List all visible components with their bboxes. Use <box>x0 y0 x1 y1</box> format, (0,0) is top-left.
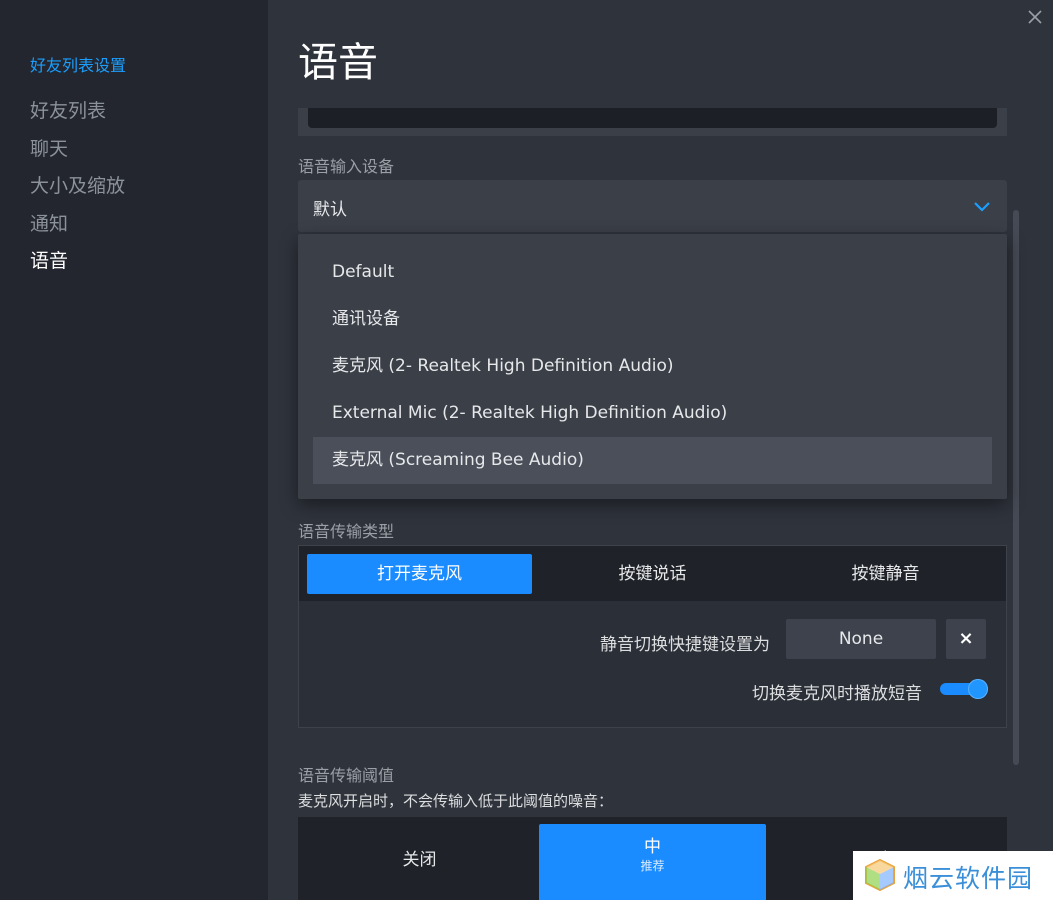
clear-hotkey-button[interactable]: × <box>946 619 986 659</box>
chevron-down-icon <box>974 202 990 212</box>
dropdown-option-external-mic[interactable]: External Mic (2- Realtek High Definition… <box>313 390 992 437</box>
tab-push-to-mute[interactable]: 按键静音 <box>773 554 998 594</box>
threshold-off-button[interactable]: 关闭 <box>306 824 533 900</box>
input-device-label: 语音输入设备 <box>298 157 395 176</box>
mute-hotkey-label: 静音切换快捷键设置为 <box>600 635 770 655</box>
mute-hotkey-button[interactable]: None <box>786 619 936 659</box>
threshold-medium-button[interactable]: 中 推荐 <box>539 824 766 900</box>
input-device-dropdown-menu: Default 通讯设备 麦克风 (2- Realtek High Defini… <box>298 234 1007 499</box>
sidebar-item-voice[interactable]: 语音 <box>30 246 68 273</box>
watermark-text: 烟云软件园 <box>903 864 1034 893</box>
transmission-type-label: 语音传输类型 <box>298 522 395 541</box>
threshold-recommended-label: 推荐 <box>640 859 665 873</box>
cube-icon <box>865 858 895 892</box>
toggle-sound-switch[interactable] <box>940 679 988 699</box>
toggle-sound-label: 切换麦克风时播放短音 <box>752 684 922 704</box>
previous-section-inner <box>308 108 997 128</box>
sidebar-item-size-scaling[interactable]: 大小及缩放 <box>30 171 125 198</box>
threshold-description: 麦克风开启时，不会传输入低于此阈值的噪音： <box>298 792 614 810</box>
dropdown-option-communications[interactable]: 通讯设备 <box>313 296 992 343</box>
settings-sidebar: 好友列表设置 好友列表 聊天 大小及缩放 通知 语音 <box>0 0 268 900</box>
watermark-logo: 烟云软件园 <box>853 851 1053 900</box>
threshold-label: 语音传输阈值 <box>298 766 395 785</box>
transmission-tabs: 打开麦克风 按键说话 按键静音 <box>299 546 1006 601</box>
previous-section-panel <box>298 108 1007 136</box>
input-device-selected-value: 默认 <box>313 200 347 220</box>
sidebar-item-notifications[interactable]: 通知 <box>30 209 68 236</box>
sidebar-item-chat[interactable]: 聊天 <box>30 134 68 161</box>
toggle-knob <box>968 679 988 699</box>
sidebar-item-friends-list[interactable]: 好友列表 <box>30 96 106 123</box>
close-icon[interactable] <box>1024 6 1046 28</box>
sidebar-heading: 好友列表设置 <box>30 56 127 75</box>
dropdown-option-realtek-mic[interactable]: 麦克风 (2- Realtek High Definition Audio) <box>313 343 992 390</box>
threshold-off-label: 关闭 <box>402 850 437 870</box>
dropdown-option-default[interactable]: Default <box>313 249 992 296</box>
dropdown-option-screaming-bee[interactable]: 麦克风 (Screaming Bee Audio) <box>313 437 992 484</box>
tab-open-mic[interactable]: 打开麦克风 <box>307 554 532 594</box>
voice-settings-window: 好友列表设置 好友列表 聊天 大小及缩放 通知 语音 语音 语音输入设备 默认 … <box>0 0 1053 900</box>
threshold-medium-label: 中 <box>644 837 661 857</box>
page-title: 语音 <box>298 40 378 86</box>
scrollbar-thumb[interactable] <box>1013 210 1019 765</box>
tab-push-to-talk[interactable]: 按键说话 <box>540 554 765 594</box>
input-device-select[interactable]: 默认 <box>298 180 1007 232</box>
transmission-panel: 打开麦克风 按键说话 按键静音 静音切换快捷键设置为 None × 切换麦克风时… <box>298 545 1007 728</box>
